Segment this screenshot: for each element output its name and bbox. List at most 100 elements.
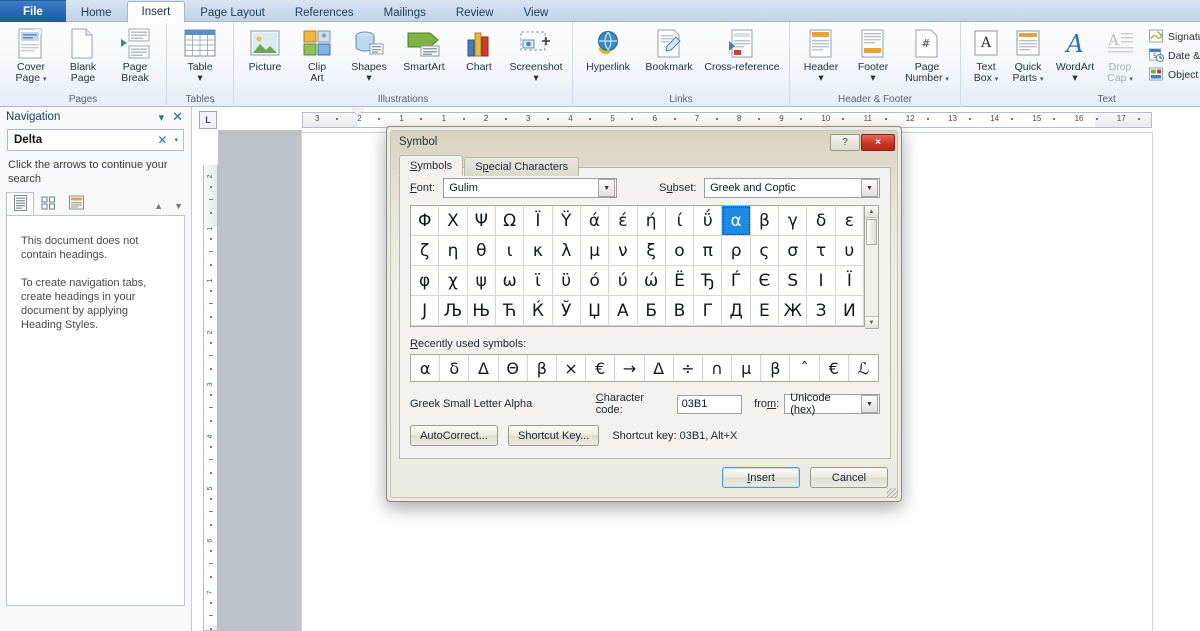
recent-symbol-cell[interactable]: Δ [645, 355, 674, 381]
clip-art-button[interactable]: Clip Art [291, 25, 343, 84]
screenshot-button[interactable]: Screenshot ▾ [505, 25, 567, 84]
indent-marker[interactable] [352, 109, 364, 116]
search-input[interactable]: Delta [14, 134, 153, 146]
symbol-cell[interactable]: έ [609, 206, 638, 236]
character-code-input[interactable]: 03B1 [676, 394, 743, 414]
symbol-cell[interactable]: Ѓ [722, 266, 751, 296]
sidebar-item-browse-headings[interactable] [6, 192, 34, 215]
symbol-grid-scrollbar[interactable]: ▲ ▼ [865, 205, 879, 329]
cover-page-button[interactable]: Cover Page ▾ [5, 25, 57, 84]
close-icon[interactable]: ✕ [168, 109, 187, 125]
symbol-cell[interactable]: Φ [411, 206, 440, 236]
symbol-cell[interactable]: Ω [495, 206, 525, 236]
chart-button[interactable]: Chart [453, 25, 505, 73]
symbol-cell[interactable]: А [609, 296, 638, 326]
previous-result-icon[interactable]: ▲ [154, 201, 163, 211]
ribbon-tab-file[interactable]: File [0, 0, 66, 22]
symbol-cell[interactable]: ή [637, 206, 666, 236]
symbol-cell[interactable]: ά [580, 206, 610, 236]
recent-symbol-cell[interactable]: × [557, 355, 587, 381]
from-combo[interactable]: Unicode (hex) ▼ [784, 392, 880, 416]
recent-symbol-cell[interactable]: Θ [499, 355, 528, 381]
symbol-cell[interactable]: Ж [779, 296, 808, 326]
symbol-cell[interactable]: θ [467, 236, 496, 266]
scrollbar-thumb[interactable] [866, 219, 877, 245]
vertical-ruler[interactable]: 2112345678 [203, 165, 218, 631]
symbol-cell[interactable]: ί [665, 206, 695, 236]
symbol-cell[interactable]: Ќ [524, 296, 553, 326]
symbol-cell[interactable]: Џ [580, 296, 610, 326]
recent-symbol-cell[interactable]: β [528, 355, 557, 381]
symbol-cell[interactable]: λ [552, 236, 581, 266]
chevron-down-icon[interactable]: ▼ [598, 179, 616, 197]
symbol-cell[interactable]: І [807, 266, 836, 296]
symbol-cell[interactable]: В [665, 296, 695, 326]
bookmark-button[interactable]: Bookmark [638, 25, 700, 73]
ribbon-tab-view[interactable]: View [509, 2, 564, 23]
symbol-cell[interactable]: π [694, 236, 723, 266]
symbol-cell[interactable]: Ћ [495, 296, 525, 326]
symbol-cell[interactable]: З [807, 296, 836, 326]
symbol-cell[interactable]: ω [495, 266, 525, 296]
symbol-cell[interactable]: Ѕ [779, 266, 808, 296]
hyperlink-button[interactable]: Hyperlink [578, 25, 638, 73]
recent-symbol-cell[interactable]: δ [440, 355, 470, 381]
symbol-cell[interactable]: ς [750, 236, 780, 266]
symbol-cell[interactable]: ζ [411, 236, 440, 266]
symbol-cell[interactable]: Ђ [694, 266, 723, 296]
resize-grip-icon[interactable] [887, 488, 897, 498]
symbol-cell[interactable]: Г [694, 296, 723, 326]
cross-reference-button[interactable]: Cross-reference [700, 25, 784, 73]
shapes-button[interactable]: Shapes ▾ [343, 25, 395, 84]
symbol-cell[interactable]: Ϋ [552, 206, 581, 236]
chevron-down-icon[interactable]: ▼ [861, 395, 878, 413]
page-number-button[interactable]: # Page Number ▾ [899, 25, 955, 84]
navigation-search-box[interactable]: Delta ✕ ▾ [7, 129, 184, 151]
sidebar-item-browse-results[interactable] [62, 192, 90, 215]
symbol-cell[interactable]: κ [524, 236, 553, 266]
shortcut-key-button[interactable]: Shortcut Key... [508, 425, 600, 446]
symbol-cell[interactable]: ξ [637, 236, 666, 266]
symbol-cell[interactable]: Ψ [467, 206, 496, 236]
symbol-cell[interactable]: ψ [467, 266, 496, 296]
recent-symbol-cell[interactable]: € [820, 355, 849, 381]
symbol-cell[interactable]: Ϊ [524, 206, 553, 236]
ribbon-tab-page-layout[interactable]: Page Layout [185, 2, 280, 23]
ribbon-tab-mailings[interactable]: Mailings [369, 2, 441, 23]
symbol-cell[interactable]: Д [722, 296, 751, 326]
chevron-down-icon[interactable]: ▾ [155, 111, 169, 124]
recent-symbol-cell[interactable]: € [586, 355, 616, 381]
symbol-cell[interactable]: δ [807, 206, 836, 236]
recent-symbol-cell[interactable]: ˆ [790, 355, 820, 381]
symbol-cell[interactable]: Е [750, 296, 780, 326]
recent-symbol-cell[interactable]: β [761, 355, 791, 381]
symbol-cell[interactable]: τ [807, 236, 836, 266]
next-result-icon[interactable]: ▼ [174, 201, 183, 211]
symbol-cell[interactable]: σ [779, 236, 808, 266]
ribbon-tab-insert[interactable]: Insert [126, 1, 186, 23]
sidebar-item-browse-pages[interactable] [34, 192, 62, 215]
recent-symbol-cell[interactable]: → [615, 355, 645, 381]
symbol-cell[interactable]: Њ [467, 296, 496, 326]
symbol-cell[interactable]: ε [835, 206, 864, 236]
tab-stop-selector[interactable]: L [199, 111, 217, 129]
symbol-cell[interactable]: Ё [665, 266, 695, 296]
clear-search-icon[interactable]: ✕ [153, 133, 171, 147]
insert-button[interactable]: Insert [722, 467, 800, 488]
scroll-up-arrow[interactable]: ▲ [865, 206, 878, 218]
subset-combo[interactable]: Greek and Coptic ▼ [704, 178, 880, 198]
symbol-cell[interactable]: ο [665, 236, 695, 266]
symbol-cell[interactable]: φ [411, 266, 440, 296]
quick-parts-button[interactable]: Quick Parts ▾ [1006, 25, 1050, 84]
table-button[interactable]: Table ▾ [172, 25, 228, 84]
symbol-cell[interactable]: Ј [411, 296, 440, 326]
ribbon-tab-home[interactable]: Home [66, 2, 127, 23]
recent-symbol-cell[interactable]: ∩ [703, 355, 733, 381]
recent-symbol-cell[interactable]: α [411, 355, 441, 381]
page-break-button[interactable]: Page Break [109, 25, 161, 84]
symbol-cell[interactable]: ϊ [524, 266, 553, 296]
symbol-cell[interactable]: Ў [552, 296, 581, 326]
recent-symbol-cell[interactable]: ℒ [849, 355, 878, 381]
drop-cap-button[interactable]: A Drop Cap ▾ [1100, 25, 1140, 84]
symbol-cell[interactable]: ϋ [552, 266, 581, 296]
